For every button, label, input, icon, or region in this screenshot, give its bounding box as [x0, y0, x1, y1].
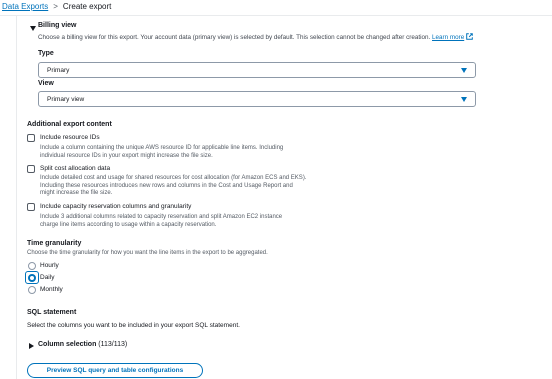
radio-daily-label[interactable]: Daily — [40, 274, 54, 281]
include-resource-ids-label[interactable]: Include resource IDs — [40, 134, 100, 141]
capacity-reservation-description: Include 3 additional columns related to … — [40, 214, 282, 229]
billing-view-description-text: Choose a billing view for this export. Y… — [38, 34, 431, 41]
billing-view-description: Choose a billing view for this export. Y… — [38, 33, 473, 42]
type-select[interactable]: Primary — [38, 62, 476, 78]
learn-more-link[interactable]: Learn more — [432, 34, 464, 41]
description-line: might increase the file size. — [40, 190, 113, 196]
preview-sql-button[interactable]: Preview SQL query and table configuratio… — [27, 363, 203, 378]
breadcrumb: Data Exports > Create export — [2, 2, 111, 11]
additional-content-title: Additional export content — [27, 121, 112, 128]
radio-hourly[interactable] — [28, 262, 36, 270]
caret-down-icon — [461, 67, 467, 73]
view-select-value: Primary view — [47, 95, 85, 103]
breadcrumb-separator-icon: > — [53, 2, 58, 11]
time-granularity-description: Choose the time granularity for how you … — [27, 250, 268, 256]
capacity-reservation-checkbox[interactable] — [27, 203, 35, 211]
column-selection-expand-icon[interactable] — [29, 343, 34, 349]
caret-down-icon — [461, 96, 467, 102]
radio-daily[interactable] — [28, 274, 36, 282]
external-link-icon[interactable] — [466, 33, 473, 40]
sql-statement-description: Select the columns you want to be includ… — [27, 322, 240, 329]
header-divider — [0, 15, 552, 16]
billing-view-title[interactable]: Billing view — [38, 22, 77, 29]
capacity-reservation-label[interactable]: Include capacity reservation columns and… — [40, 203, 191, 210]
column-selection-count: (113/113) — [98, 341, 128, 348]
breadcrumb-current: Create export — [62, 2, 112, 11]
time-granularity-title: Time granularity — [27, 240, 82, 247]
description-line: Include a column containing the unique A… — [40, 145, 284, 151]
view-select[interactable]: Primary view — [38, 91, 476, 107]
include-resource-ids-description: Include a column containing the unique A… — [40, 145, 283, 160]
content-left-border — [16, 16, 17, 379]
column-selection-toggle[interactable]: Column selection (113/113) — [38, 341, 127, 348]
type-label: Type — [38, 50, 54, 57]
breadcrumb-data-exports-link[interactable]: Data Exports — [2, 2, 48, 11]
radio-monthly[interactable] — [28, 286, 36, 294]
column-selection-label: Column selection — [38, 341, 97, 348]
type-select-value: Primary — [47, 66, 70, 74]
split-cost-allocation-label[interactable]: Split cost allocation data — [40, 165, 110, 172]
split-cost-allocation-checkbox[interactable] — [27, 165, 35, 173]
billing-view-collapse-icon[interactable] — [30, 26, 36, 31]
include-resource-ids-checkbox[interactable] — [27, 134, 35, 142]
radio-hourly-label[interactable]: Hourly — [40, 262, 59, 269]
sql-statement-title: SQL statement — [27, 309, 77, 316]
description-line: Include detailed cost and usage for shar… — [40, 175, 307, 181]
description-line: charge line items according to usage wit… — [40, 221, 217, 228]
description-line: Including these resources introduces new… — [40, 182, 293, 189]
description-line: individual resource IDs in your export m… — [40, 152, 213, 159]
split-cost-allocation-description: Include detailed cost and usage for shar… — [40, 175, 306, 198]
radio-monthly-label[interactable]: Monthly — [40, 286, 63, 293]
description-line: Include 3 additional columns related to … — [40, 214, 283, 220]
view-label: View — [38, 80, 54, 87]
